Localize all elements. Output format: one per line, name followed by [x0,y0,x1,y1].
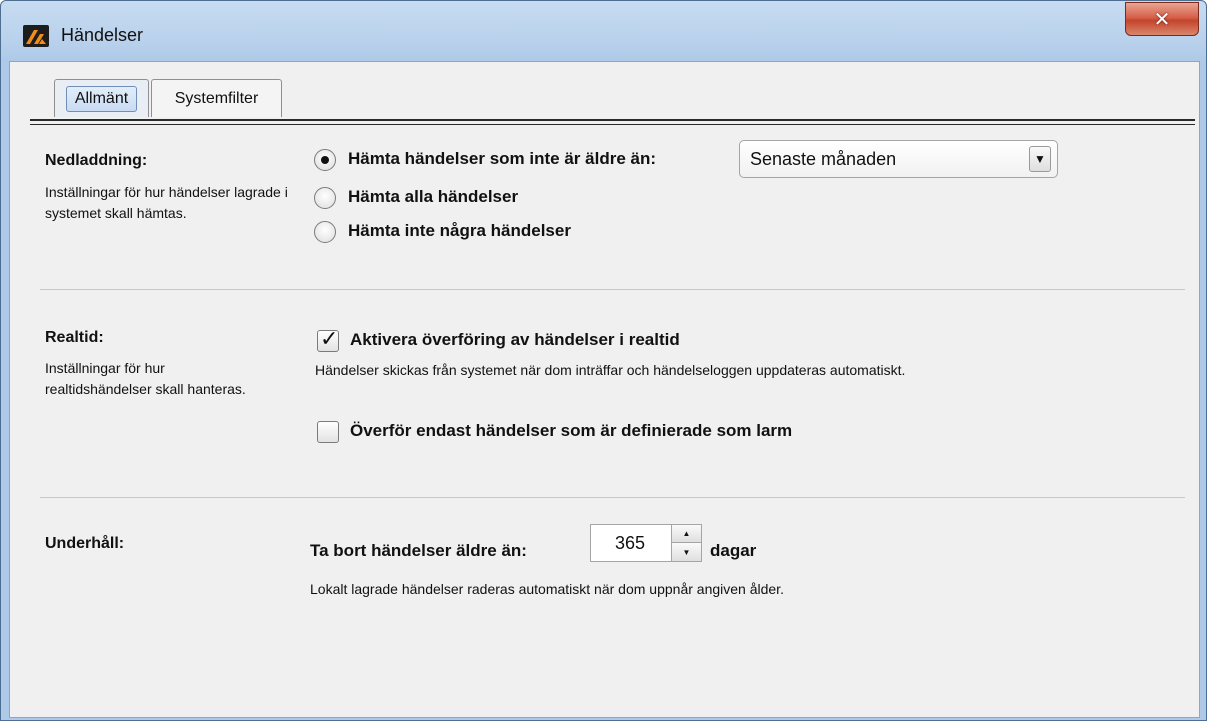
days-unit-label: dagar [710,541,757,560]
window-title: Händelser [61,25,144,45]
nedladdning-description: Inställningar för hur händelser lagrade … [45,184,288,221]
tab-label: Allmänt [65,85,138,112]
alarms-only-label[interactable]: Överför endast händelser som är definier… [350,421,792,441]
days-value[interactable]: 365 [615,533,645,554]
radio-all-label[interactable]: Hämta alla händelser [348,187,518,207]
check-icon: ✓ [320,327,339,352]
tab-panel-border-inner [30,124,1195,125]
title-bar[interactable]: Händelser ✕ [1,1,1206,61]
radio-max-age-label[interactable]: Hämta händelser som inte är äldre än: [348,149,656,169]
underhall-note: Lokalt lagrade händelser raderas automat… [310,581,784,597]
enable-realtime-note: Händelser skickas från systemet när dom … [315,362,906,378]
tab-allmant[interactable]: Allmänt [54,79,149,117]
close-icon: ✕ [1153,7,1171,31]
tab-label: Systemfilter [174,89,259,107]
alarms-only-checkbox[interactable] [317,421,339,443]
close-button[interactable]: ✕ [1125,2,1199,36]
period-select-value: Senaste månaden [750,149,897,169]
enable-realtime-label[interactable]: Aktivera överföring av händelser i realt… [350,330,680,350]
section-divider [40,289,1185,290]
radio-max-age[interactable] [314,149,336,171]
section-divider [40,497,1185,498]
enable-realtime-checkbox[interactable]: ✓ [317,327,339,352]
tab-panel-border [30,119,1195,121]
days-stepper[interactable]: 365 ▲ ▼ [590,524,702,562]
realtid-description: Inställningar för hur realtidshändelser … [45,360,246,397]
app-logo-icon [23,25,49,47]
tab-bar: Allmänt Systemfilter [54,79,284,119]
radio-none[interactable] [314,221,336,243]
period-select[interactable]: Senaste månaden ▼ [739,140,1058,178]
dialog-window: Händelser ✕ Allmänt Systemfilter Nedladd… [0,0,1207,721]
delete-older-label: Ta bort händelser äldre än: [310,541,527,560]
dialog-content: Allmänt Systemfilter Nedladdning: Instäl… [9,61,1200,718]
chevron-down-icon[interactable]: ▼ [1029,146,1051,172]
stepper-buttons: ▲ ▼ [671,525,701,561]
stepper-up-icon[interactable]: ▲ [672,525,701,543]
realtid-heading: Realtid: [45,329,104,346]
underhall-heading: Underhåll: [45,535,125,552]
tab-systemfilter[interactable]: Systemfilter [151,79,282,117]
nedladdning-heading: Nedladdning: [45,152,148,169]
radio-none-label[interactable]: Hämta inte några händelser [348,221,571,241]
radio-all[interactable] [314,187,336,209]
stepper-down-icon[interactable]: ▼ [672,543,701,561]
